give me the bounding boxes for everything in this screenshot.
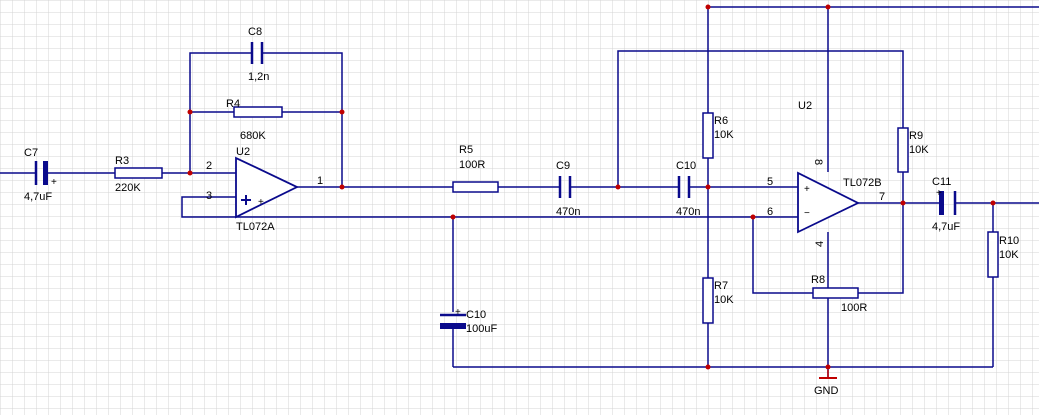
r3-value: 220K	[115, 182, 141, 194]
r7-ref: R7	[714, 280, 728, 292]
u2a-pin3: 3	[206, 190, 212, 202]
junction-dot	[900, 200, 906, 206]
c10b-value: 100uF	[466, 323, 497, 335]
c10b-ref: C10	[466, 309, 486, 321]
c7-plus: +	[51, 177, 57, 188]
junction-dot	[825, 4, 831, 10]
c11-plus: +	[936, 188, 942, 199]
u2b-plus-mark: +	[804, 184, 810, 195]
junction-dot	[705, 184, 711, 190]
r4-value: 680K	[240, 130, 266, 142]
c8-ref: C8	[248, 26, 262, 38]
junction-dot	[187, 170, 193, 176]
junction-dot	[705, 4, 711, 10]
c10a-value: 470n	[676, 206, 700, 218]
r4-ref: R4	[226, 98, 240, 110]
c11-value: 4,7uF	[932, 221, 960, 233]
c7-value: 4,7uF	[24, 191, 52, 203]
u2b-ref: U2	[798, 100, 812, 112]
junction-dot	[450, 214, 456, 220]
u2b-pin7: 7	[879, 191, 885, 203]
r5-ref: R5	[459, 144, 473, 156]
junction-dot	[339, 109, 345, 115]
c9-ref: C9	[556, 160, 570, 172]
grid-background	[0, 0, 1039, 415]
junction-dot	[187, 109, 193, 115]
u2b-pin5: 5	[767, 176, 773, 188]
r6-value: 10K	[714, 129, 734, 141]
c10a-ref: C10	[676, 160, 696, 172]
junction-dot	[615, 184, 621, 190]
c9-value: 470n	[556, 206, 580, 218]
r6-ref: R6	[714, 115, 728, 127]
r9-ref: R9	[909, 130, 923, 142]
c10b-plus: +	[455, 307, 461, 318]
junction-dot	[750, 214, 756, 220]
r3-ref: R3	[115, 155, 129, 167]
u2b-pin8: 8	[812, 159, 824, 165]
junction-dot	[990, 200, 996, 206]
u2b-minus-mark: −	[804, 208, 810, 219]
r5-value: 100R	[459, 159, 485, 171]
u2a-plus-mark: +	[258, 197, 264, 208]
junction-dot	[705, 364, 711, 370]
r7-value: 10K	[714, 294, 734, 306]
u2a-pin1: 1	[317, 175, 323, 187]
r10-ref: R10	[999, 235, 1019, 247]
u2b-part: TL072B	[843, 177, 882, 189]
r9-value: 10K	[909, 144, 929, 156]
r10-value: 10K	[999, 249, 1019, 261]
r8-value: 100R	[841, 302, 867, 314]
r8-ref: R8	[811, 274, 825, 286]
u2a-pin2: 2	[206, 160, 212, 172]
c7-ref: C7	[24, 147, 38, 159]
junction-dot	[339, 184, 345, 190]
u2b-pin6: 6	[767, 206, 773, 218]
junction-dot	[825, 364, 831, 370]
u2a-ref: U2	[236, 146, 250, 158]
c11-ref: C11	[932, 176, 951, 188]
u2a-part: TL072A	[236, 221, 275, 233]
schematic-sheet: + C7 4,7uF R3 220K C8 1,2n R4 680K + 2 3…	[0, 0, 1039, 415]
c8-value: 1,2n	[248, 71, 269, 83]
u2b-pin4: 4	[814, 241, 826, 247]
gnd-label: GND	[814, 385, 839, 397]
